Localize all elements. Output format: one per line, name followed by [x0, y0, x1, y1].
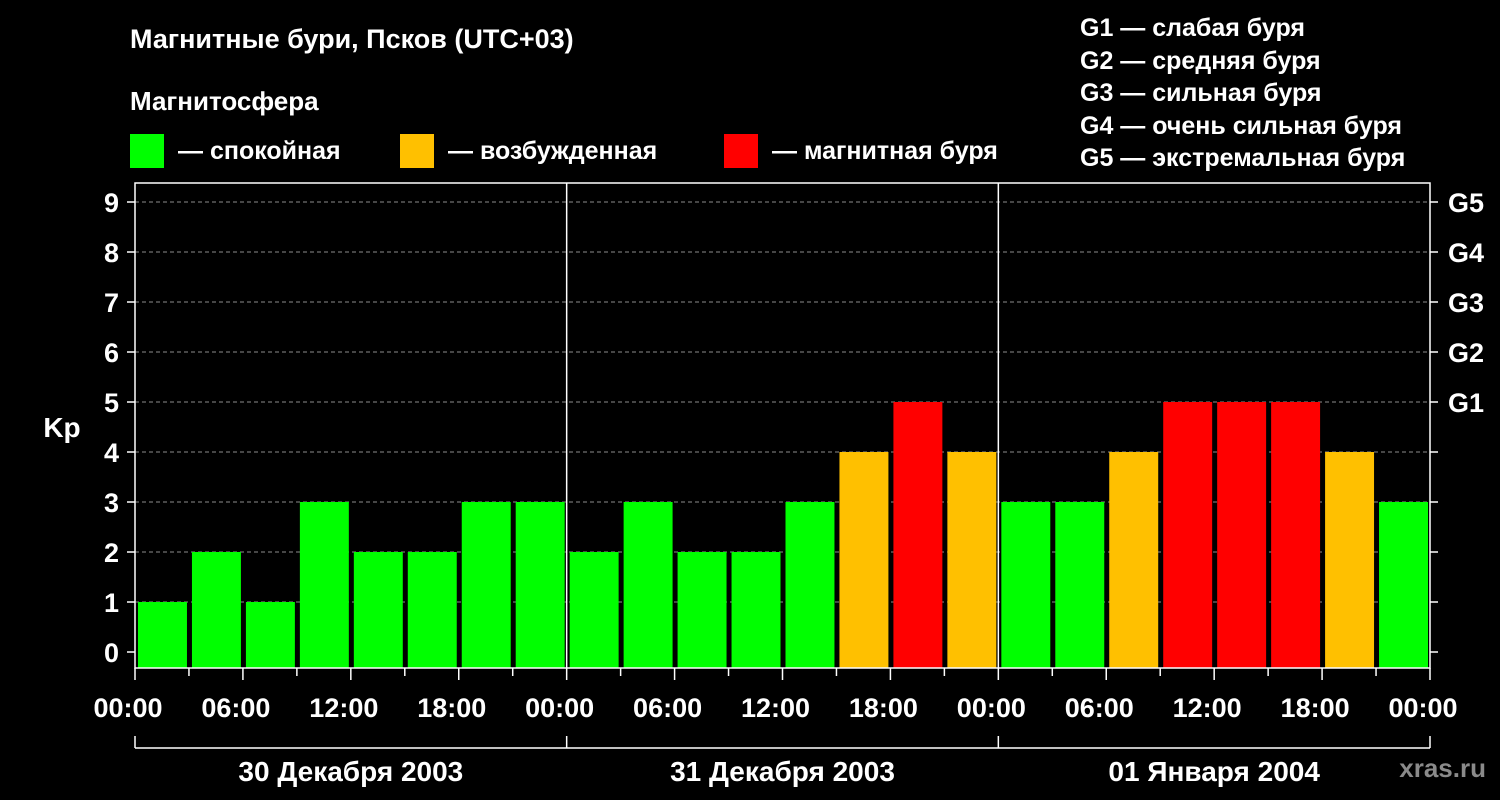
y-tick-label: 7: [104, 288, 119, 318]
day-label: 31 Декабря 2003: [670, 756, 895, 787]
g-level-label: G5: [1448, 188, 1484, 218]
kp-bar: [353, 552, 403, 668]
y-tick-label: 0: [104, 638, 119, 668]
kp-bar: [839, 452, 889, 668]
y-tick-label: 9: [104, 188, 119, 218]
legend-title: Магнитосфера: [130, 86, 319, 116]
legend-label-excited: — возбужденная: [448, 136, 658, 165]
storm-level-g4: G4 — очень сильная буря: [1080, 111, 1402, 140]
x-tick-label: 00:00: [957, 693, 1026, 723]
axis-labels: 0 1 2 3 4 5 6 7 8 9 G1 G2 G3 G4 G5 Kp 00:00 06:00 12:00 18:…: [43, 188, 1484, 787]
chart-title: Магнитные бури, Псков (UTC+03): [130, 24, 574, 54]
kp-bar: [1055, 502, 1105, 668]
day-label: 01 Января 2004: [1108, 756, 1320, 787]
x-tick-label: 12:00: [741, 693, 810, 723]
y-tick-label: 2: [104, 538, 119, 568]
storm-level-legend: G1 — слабая буря G2 — средняя буря G3 — …: [1080, 12, 1405, 175]
x-tick-label: 18:00: [1281, 693, 1350, 723]
kp-bar: [515, 502, 565, 668]
legend-swatch-calm: [130, 134, 164, 168]
y-tick-label: 5: [104, 388, 119, 418]
kp-bar: [1163, 402, 1213, 668]
x-tick-label: 00:00: [1388, 693, 1457, 723]
kp-bar: [947, 452, 997, 668]
legend-item-calm: — спокойная: [130, 134, 341, 168]
kp-bar: [731, 552, 781, 668]
storm-level-g1: G1 — слабая буря: [1080, 14, 1306, 42]
kp-bar: [1001, 502, 1051, 668]
kp-bars: [138, 402, 1428, 668]
legend-swatch-storm: [724, 134, 758, 168]
kp-bar: [1109, 452, 1159, 668]
legend-label-calm: — спокойная: [178, 136, 341, 165]
y-tick-label: 8: [104, 238, 119, 268]
y-tick-label: 1: [104, 588, 119, 618]
y-axis-label: Kp: [43, 412, 80, 443]
y-tick-label: 3: [104, 488, 119, 518]
watermark: xras.ru: [1399, 753, 1486, 783]
x-tick-label: 12:00: [309, 693, 378, 723]
x-tick-label: 06:00: [1065, 693, 1134, 723]
g-level-label: G1: [1448, 388, 1484, 418]
storm-level-g3: G3 — сильная буря: [1080, 79, 1322, 107]
g-level-label: G4: [1448, 238, 1484, 268]
x-tick-label: 12:00: [1173, 693, 1242, 723]
day-label: 30 Декабря 2003: [238, 756, 463, 787]
g-level-label: G2: [1448, 338, 1484, 368]
kp-bar: [245, 602, 295, 668]
x-tick-label: 00:00: [525, 693, 594, 723]
x-tick-label: 00:00: [93, 693, 162, 723]
legend-label-storm: — магнитная буря: [772, 136, 998, 165]
kp-bar: [569, 552, 619, 668]
y-tick-label: 6: [104, 338, 119, 368]
kp-bar: [407, 552, 457, 668]
x-tick-label: 18:00: [849, 693, 918, 723]
y-tick-label: 4: [104, 438, 119, 468]
kp-bar: [299, 502, 349, 668]
storm-level-g5: G5 — экстремальная буря: [1080, 144, 1406, 172]
x-tick-label: 18:00: [417, 693, 486, 723]
kp-bar: [1379, 502, 1428, 668]
legend-swatch-excited: [400, 134, 434, 168]
legend-item-excited: — возбужденная: [400, 134, 657, 168]
x-tick-label: 06:00: [201, 693, 270, 723]
kp-bar: [785, 502, 835, 668]
kp-bar: [893, 402, 943, 668]
legend-item-storm: — магнитная буря: [724, 134, 998, 168]
kp-bar: [1271, 402, 1321, 668]
kp-bar: [623, 502, 673, 668]
storm-level-g2: G2 — средняя буря: [1080, 46, 1321, 75]
kp-bar: [1325, 452, 1375, 668]
x-tick-label: 06:00: [633, 693, 702, 723]
kp-bar: [461, 502, 511, 668]
kp-bar: [677, 552, 727, 668]
kp-bar: [138, 602, 187, 668]
kp-bar: [1217, 402, 1267, 668]
g-level-label: G3: [1448, 288, 1484, 318]
kp-bar: [191, 552, 241, 668]
